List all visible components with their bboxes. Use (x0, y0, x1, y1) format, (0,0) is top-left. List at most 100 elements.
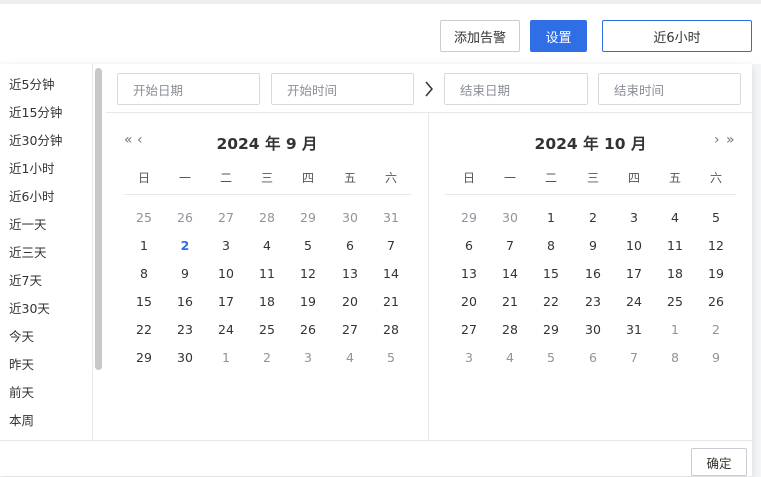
day-cell[interactable]: 17 (620, 266, 648, 281)
day-cell[interactable]: 24 (620, 294, 648, 309)
quick-range-item[interactable]: 今天 (9, 330, 34, 344)
quick-range-item[interactable]: 近6小时 (9, 190, 54, 204)
day-cell[interactable]: 8 (661, 350, 689, 365)
day-cell[interactable]: 12 (702, 238, 730, 253)
quick-range-item[interactable]: 近15分钟 (9, 106, 62, 120)
day-cell[interactable]: 22 (537, 294, 565, 309)
day-cell[interactable]: 16 (579, 266, 607, 281)
quick-range-item[interactable]: 近7天 (9, 274, 42, 288)
day-cell[interactable]: 29 (130, 350, 158, 365)
day-cell[interactable]: 27 (336, 322, 364, 337)
day-cell[interactable]: 2 (702, 322, 730, 337)
confirm-button[interactable]: 确定 (691, 448, 747, 476)
quick-range-item[interactable]: 前天 (9, 386, 34, 400)
day-cell[interactable]: 28 (496, 322, 524, 337)
day-cell[interactable]: 2 (579, 210, 607, 225)
day-cell[interactable]: 1 (661, 322, 689, 337)
quick-range-item[interactable]: 近1小时 (9, 162, 54, 176)
day-cell[interactable]: 8 (130, 266, 158, 281)
day-cell[interactable]: 17 (212, 294, 240, 309)
day-cell[interactable]: 21 (377, 294, 405, 309)
day-cell[interactable]: 1 (537, 210, 565, 225)
day-cell[interactable]: 29 (537, 322, 565, 337)
day-cell[interactable]: 25 (661, 294, 689, 309)
quick-range-item[interactable]: 本周 (9, 414, 34, 428)
day-cell[interactable]: 20 (336, 294, 364, 309)
day-cell[interactable]: 15 (130, 294, 158, 309)
day-cell[interactable]: 27 (455, 322, 483, 337)
day-cell[interactable]: 24 (212, 322, 240, 337)
day-cell[interactable]: 27 (212, 210, 240, 225)
day-cell[interactable]: 10 (620, 238, 648, 253)
day-cell[interactable]: 30 (171, 350, 199, 365)
day-cell[interactable]: 1 (212, 350, 240, 365)
day-cell[interactable]: 19 (702, 266, 730, 281)
day-cell[interactable]: 16 (171, 294, 199, 309)
day-cell[interactable]: 8 (537, 238, 565, 253)
quick-range-item[interactable]: 近一天 (9, 218, 47, 232)
day-cell[interactable]: 22 (130, 322, 158, 337)
day-cell[interactable]: 9 (579, 238, 607, 253)
day-cell[interactable]: 4 (253, 238, 281, 253)
day-cell[interactable]: 21 (496, 294, 524, 309)
day-cell[interactable]: 6 (455, 238, 483, 253)
day-cell[interactable]: 7 (377, 238, 405, 253)
day-cell[interactable]: 4 (496, 350, 524, 365)
quick-range-item[interactable]: 近30天 (9, 302, 50, 316)
day-cell[interactable]: 30 (336, 210, 364, 225)
day-cell[interactable]: 9 (702, 350, 730, 365)
day-cell[interactable]: 18 (661, 266, 689, 281)
day-cell[interactable]: 7 (496, 238, 524, 253)
day-cell[interactable]: 3 (294, 350, 322, 365)
day-cell[interactable]: 31 (377, 210, 405, 225)
day-cell[interactable]: 9 (171, 266, 199, 281)
day-cell[interactable]: 26 (702, 294, 730, 309)
day-cell[interactable]: 5 (702, 210, 730, 225)
day-cell[interactable]: 13 (336, 266, 364, 281)
day-cell[interactable]: 10 (212, 266, 240, 281)
quick-range-item[interactable]: 近5分钟 (9, 78, 54, 92)
day-cell[interactable]: 3 (212, 238, 240, 253)
day-cell[interactable]: 29 (294, 210, 322, 225)
day-cell[interactable]: 2 (253, 350, 281, 365)
day-cell[interactable]: 3 (455, 350, 483, 365)
start-date-input[interactable]: 开始日期 (117, 73, 260, 105)
day-cell[interactable]: 11 (253, 266, 281, 281)
day-cell[interactable]: 15 (537, 266, 565, 281)
day-cell[interactable]: 19 (294, 294, 322, 309)
day-cell[interactable]: 28 (377, 322, 405, 337)
day-cell[interactable]: 7 (620, 350, 648, 365)
day-cell[interactable]: 30 (579, 322, 607, 337)
day-cell[interactable]: 13 (455, 266, 483, 281)
day-cell[interactable]: 25 (253, 322, 281, 337)
day-cell[interactable]: 11 (661, 238, 689, 253)
start-time-input[interactable]: 开始时间 (271, 73, 414, 105)
day-cell[interactable]: 18 (253, 294, 281, 309)
day-cell[interactable]: 12 (294, 266, 322, 281)
day-cell[interactable]: 1 (130, 238, 158, 253)
end-time-input[interactable]: 结束时间 (598, 73, 741, 105)
day-cell[interactable]: 28 (253, 210, 281, 225)
day-cell[interactable]: 29 (455, 210, 483, 225)
quick-range-item[interactable]: 近30分钟 (9, 134, 62, 148)
day-cell[interactable]: 4 (336, 350, 364, 365)
settings-button[interactable]: 设置 (530, 20, 587, 52)
day-cell[interactable]: 6 (336, 238, 364, 253)
day-cell[interactable]: 4 (661, 210, 689, 225)
day-cell[interactable]: 5 (294, 238, 322, 253)
day-cell[interactable]: 31 (620, 322, 648, 337)
day-cell[interactable]: 3 (620, 210, 648, 225)
sidebar-scrollbar[interactable] (95, 68, 102, 370)
today-cell[interactable]: 2 (171, 238, 199, 253)
time-range-button[interactable]: 近6小时 (602, 20, 752, 52)
day-cell[interactable]: 23 (579, 294, 607, 309)
day-cell[interactable]: 20 (455, 294, 483, 309)
day-cell[interactable]: 30 (496, 210, 524, 225)
day-cell[interactable]: 25 (130, 210, 158, 225)
day-cell[interactable]: 26 (294, 322, 322, 337)
quick-range-item[interactable]: 昨天 (9, 358, 34, 372)
day-cell[interactable]: 6 (579, 350, 607, 365)
day-cell[interactable]: 14 (377, 266, 405, 281)
day-cell[interactable]: 26 (171, 210, 199, 225)
day-cell[interactable]: 23 (171, 322, 199, 337)
